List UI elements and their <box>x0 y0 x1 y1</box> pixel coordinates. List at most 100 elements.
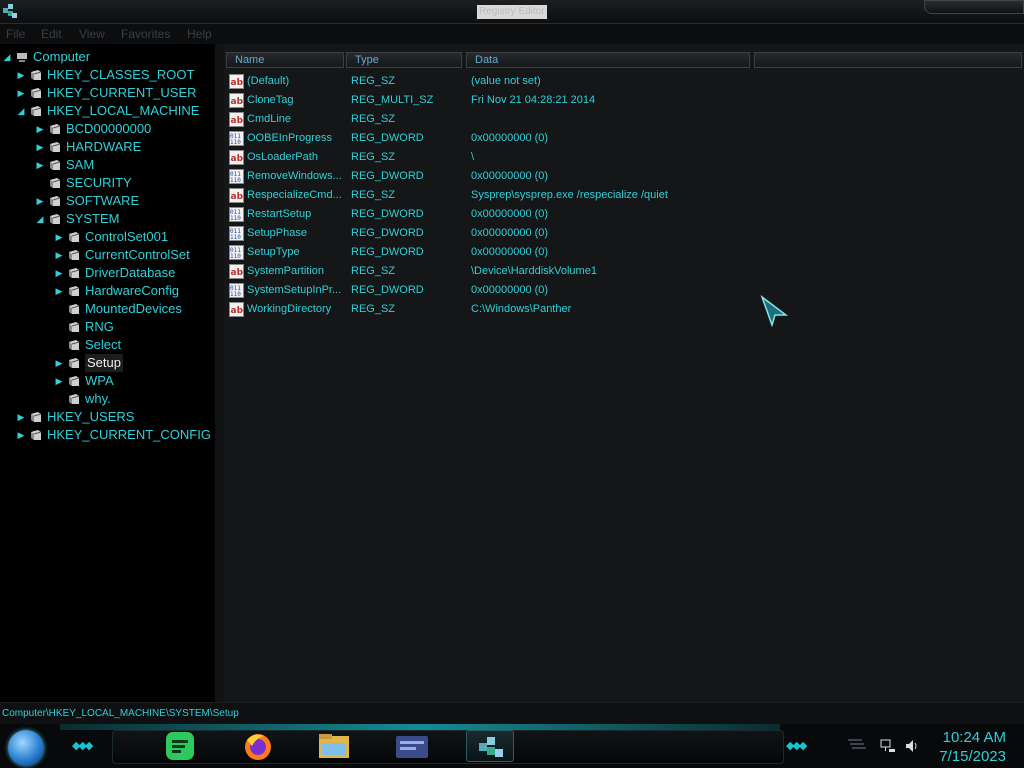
expand-arrow-icon[interactable]: ▶ <box>16 408 26 426</box>
menu-bar: File Edit View Favorites Help <box>0 24 1024 44</box>
tree-node[interactable]: ▶ SOFTWARE <box>0 192 215 210</box>
values-list[interactable]: Name Type Data ab (Default) REG_SZ (value n… <box>224 44 1024 702</box>
tree-node[interactable]: ◢ Computer <box>0 48 215 66</box>
tree-node[interactable]: ◢ HKEY_LOCAL_MACHINE <box>0 102 215 120</box>
menu-edit[interactable]: Edit <box>41 27 62 41</box>
expand-arrow-icon[interactable]: ▶ <box>35 120 45 138</box>
table-row[interactable]: ab RespecializeCmd... REG_SZ Sysprep\syspre… <box>224 186 1024 205</box>
expand-arrow-icon[interactable]: ▶ <box>54 354 64 372</box>
tree-node[interactable]: ◢ SYSTEM <box>0 210 215 228</box>
collapse-arrow-icon[interactable]: ◢ <box>35 210 45 228</box>
table-row[interactable]: 011 110 RestartSetup REG_DWORD 0x00000000 (0… <box>224 205 1024 224</box>
network-icon[interactable] <box>880 738 896 754</box>
folder-icon <box>69 286 80 296</box>
folder-icon <box>69 340 80 350</box>
menu-help[interactable]: Help <box>187 27 212 41</box>
tree-node[interactable]: ▶ HARDWARE <box>0 138 215 156</box>
expand-arrow-icon[interactable]: ▶ <box>35 156 45 174</box>
value-type: REG_MULTI_SZ <box>351 94 434 106</box>
folder-icon <box>50 214 61 224</box>
svg-text:110: 110 <box>230 291 241 298</box>
expand-arrow-icon[interactable]: ▶ <box>16 66 26 84</box>
firefox-icon <box>245 734 271 760</box>
svg-text:ab: ab <box>231 268 244 278</box>
window-controls[interactable] <box>924 0 1024 14</box>
expand-arrow-icon[interactable]: ▶ <box>54 264 64 282</box>
expand-arrow-icon[interactable]: ▶ <box>16 84 26 102</box>
expand-arrow-icon[interactable]: ▶ <box>54 282 64 300</box>
expand-arrow-icon[interactable]: ▶ <box>35 138 45 156</box>
no-expander <box>54 336 64 354</box>
tree-node[interactable]: ▶ HKEY_CURRENT_CONFIG <box>0 426 215 444</box>
column-name[interactable]: Name <box>226 52 344 68</box>
table-row[interactable]: ab CmdLine REG_SZ <box>224 110 1024 129</box>
start-button[interactable] <box>8 730 44 766</box>
clock-date[interactable]: 7/15/2023 <box>939 748 1006 765</box>
expand-arrow-icon[interactable]: ▶ <box>35 192 45 210</box>
string-value-icon: ab <box>229 264 244 279</box>
table-row[interactable]: 011 110 SystemSetupInPr... REG_DWORD 0x00000… <box>224 281 1024 300</box>
tree-node[interactable]: ▶ HKEY_USERS <box>0 408 215 426</box>
tree-node[interactable]: why. <box>0 390 215 408</box>
folder-icon <box>69 322 80 332</box>
menu-file[interactable]: File <box>6 27 25 41</box>
tree-node[interactable]: SECURITY <box>0 174 215 192</box>
no-expander <box>35 174 45 192</box>
taskbar-firefox[interactable] <box>234 730 282 762</box>
table-row[interactable]: ab (Default) REG_SZ (value not set) <box>224 72 1024 91</box>
tree-node-label: HardwareConfig <box>85 283 179 298</box>
registry-tree[interactable]: ◢ Computer ▶ HKEY_CLASSES_ROOT ▶ HKEY_CURRENT… <box>0 44 216 702</box>
expand-arrow-icon[interactable]: ▶ <box>16 426 26 444</box>
table-row[interactable]: 011 110 RemoveWindows... REG_DWORD 0x0000000… <box>224 167 1024 186</box>
collapse-arrow-icon[interactable]: ◢ <box>2 48 12 66</box>
value-type: REG_SZ <box>351 303 396 315</box>
taskbar-spotify[interactable] <box>156 730 204 762</box>
table-row[interactable]: ab CloneTag REG_MULTI_SZ Fri Nov 21 04:28:2… <box>224 91 1024 110</box>
column-data[interactable]: Data <box>466 52 750 68</box>
taskbar-file-explorer[interactable] <box>310 730 358 762</box>
table-row[interactable]: ab SystemPartition REG_SZ \Device\HarddiskV… <box>224 262 1024 281</box>
tree-node[interactable]: ▶ HardwareConfig <box>0 282 215 300</box>
menu-view[interactable]: View <box>79 27 105 41</box>
value-type: REG_DWORD <box>351 227 424 239</box>
tree-node[interactable]: RNG <box>0 318 215 336</box>
table-row[interactable]: ab WorkingDirectory REG_SZ C:\Windows\Panth… <box>224 300 1024 319</box>
tree-node[interactable]: ▶ WPA <box>0 372 215 390</box>
expand-arrow-icon[interactable]: ▶ <box>54 228 64 246</box>
menu-favorites[interactable]: Favorites <box>121 27 170 41</box>
control-panel-icon <box>396 736 428 758</box>
expand-arrow-icon[interactable]: ▶ <box>54 372 64 390</box>
folder-icon <box>69 358 80 368</box>
tree-node[interactable]: Select <box>0 336 215 354</box>
tree-node[interactable]: ▶ HKEY_CURRENT_USER <box>0 84 215 102</box>
value-name: CloneTag <box>247 94 294 106</box>
tree-node-label: HKEY_CLASSES_ROOT <box>47 67 195 82</box>
tree-node[interactable]: ▶ HKEY_CLASSES_ROOT <box>0 66 215 84</box>
registry-editor-icon <box>479 737 503 757</box>
tree-node[interactable]: MountedDevices <box>0 300 215 318</box>
tree-node[interactable]: ▶ SAM <box>0 156 215 174</box>
pane-splitter[interactable] <box>216 44 224 702</box>
expand-arrow-icon[interactable]: ▶ <box>54 246 64 264</box>
table-row[interactable]: 011 110 SetupPhase REG_DWORD 0x00000000 (0) <box>224 224 1024 243</box>
tree-node-label: SAM <box>66 157 95 172</box>
tree-node[interactable]: ▶ Setup <box>0 354 215 372</box>
taskbar-control-panel[interactable] <box>388 730 436 762</box>
value-name: OOBEInProgress <box>247 132 332 144</box>
volume-icon[interactable] <box>904 738 920 754</box>
column-type[interactable]: Type <box>346 52 462 68</box>
table-row[interactable]: 011 110 OOBEInProgress REG_DWORD 0x00000000 … <box>224 129 1024 148</box>
taskbar-chevron-icon: ◆◆◆ <box>786 739 807 752</box>
table-row[interactable]: 011 110 SetupType REG_DWORD 0x00000000 (0) <box>224 243 1024 262</box>
table-row[interactable]: ab OsLoaderPath REG_SZ \ <box>224 148 1024 167</box>
binary-value-icon: 011110 <box>229 131 244 146</box>
value-data: 0x00000000 (0) <box>471 132 549 144</box>
clock-time[interactable]: 10:24 AM <box>943 729 1006 746</box>
tree-node[interactable]: ▶ ControlSet001 <box>0 228 215 246</box>
tree-node[interactable]: ▶ BCD00000000 <box>0 120 215 138</box>
tree-node[interactable]: ▶ DriverDatabase <box>0 264 215 282</box>
value-type: REG_SZ <box>351 151 396 163</box>
taskbar-registry-editor[interactable] <box>466 730 514 762</box>
tree-node[interactable]: ▶ CurrentControlSet <box>0 246 215 264</box>
collapse-arrow-icon[interactable]: ◢ <box>16 102 26 120</box>
